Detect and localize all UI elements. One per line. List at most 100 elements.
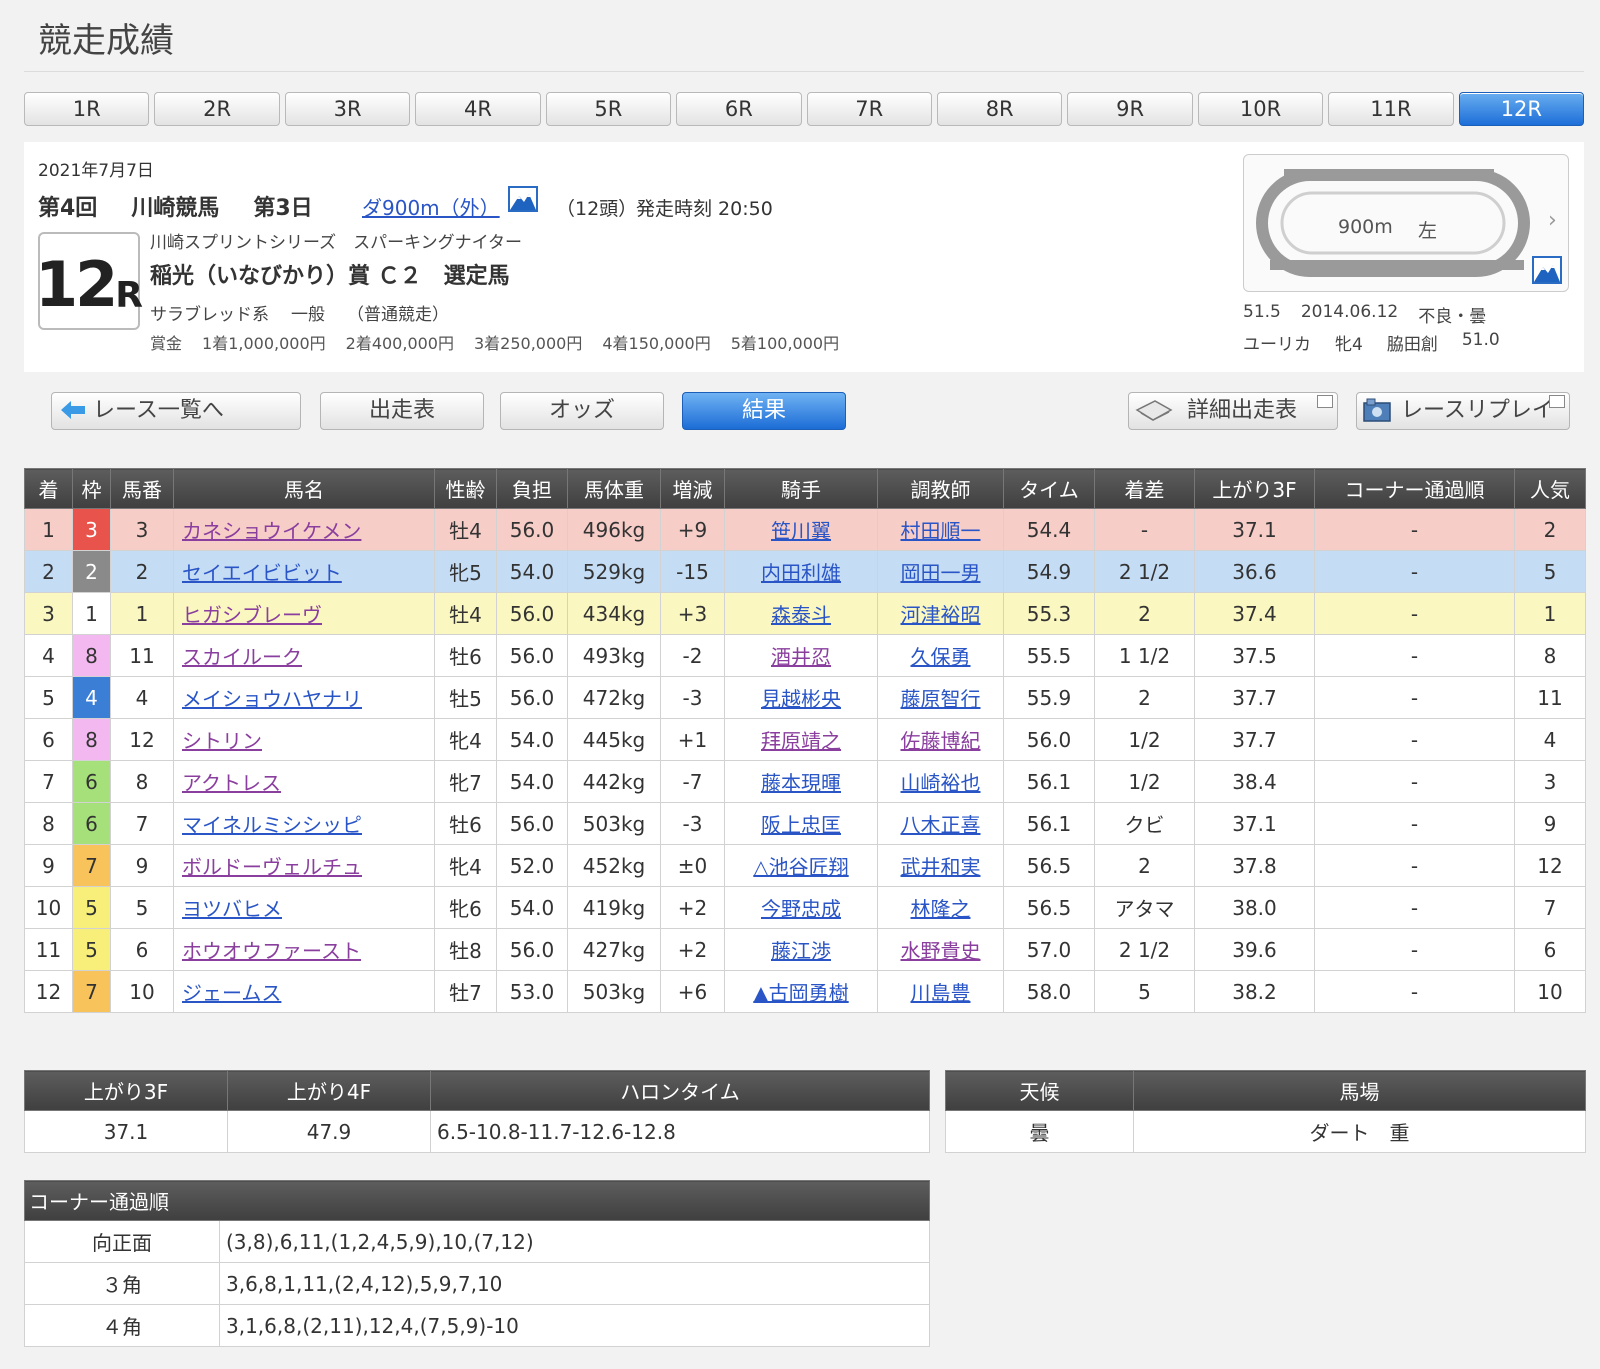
race-tab-5r[interactable]: 5R [545,92,672,126]
jockey-link[interactable]: △池谷匠翔 [753,855,848,879]
trainer-link[interactable]: 武井和実 [901,855,981,879]
detail-entries-label: 詳細出走表 [1187,398,1298,423]
burden-cell: 54.0 [496,760,568,803]
race-tab-11r[interactable]: 11R [1328,92,1454,126]
weather-mountain-icon[interactable] [508,186,538,212]
course-diagram[interactable] [1243,154,1569,292]
horse-name-link[interactable]: ヒガシブレーヴ [182,603,322,627]
trainer-link[interactable]: 久保勇 [911,645,971,669]
jockey-link[interactable]: 藤本現暉 [761,771,841,795]
result-button[interactable]: 結果 [682,392,846,430]
horse-name-cell: アクトレス [173,760,435,803]
corner-cell: - [1314,634,1515,677]
post-time: 発走時刻 20:50 [636,198,773,220]
jockey-cell: △池谷匠翔 [724,844,878,887]
race-number: 12 [35,248,118,321]
corner-cell: - [1314,760,1515,803]
jockey-link[interactable]: 森泰斗 [771,603,831,627]
race-list-button[interactable]: レース一覧へ [51,392,301,430]
place-cell: 1 [24,508,73,551]
jockey-link[interactable]: 酒井忍 [771,645,831,669]
external-window-icon [1549,395,1565,408]
header-time: タイム [1003,468,1095,509]
race-tab-8r[interactable]: 8R [936,92,1063,126]
horse-name-link[interactable]: スカイルーク [182,645,302,669]
jockey-cell: 酒井忍 [724,634,878,677]
horse-name-link[interactable]: メイショウハヤナリ [182,687,362,711]
last3f-cell: 39.6 [1194,928,1315,971]
horse-name-link[interactable]: シトリン [182,729,262,753]
track-value: ダート 重 [1133,1110,1586,1153]
sex-age-cell: 牝4 [434,844,497,887]
chevron-right-icon[interactable]: › [1548,208,1557,233]
race-conditions: サラブレッド系 一般 （普通競走） [150,300,449,325]
place-cell: 12 [24,970,73,1013]
header-last4f: 上がり4F [227,1070,431,1111]
horse-name-link[interactable]: ホウオウファースト [182,939,361,963]
race-replay-button[interactable]: レースリプレイ [1356,392,1570,430]
distance-link[interactable]: ダ900m（外） [362,192,500,221]
jockey-link[interactable]: 藤江渉 [771,939,831,963]
horse-name-link[interactable]: カネショウイケメン [182,519,361,543]
trainer-link[interactable]: 山崎裕也 [901,771,981,795]
jockey-link[interactable]: 内田利雄 [761,561,841,585]
detail-entries-button[interactable]: 詳細出走表 [1128,392,1338,430]
trainer-link[interactable]: 村田順一 [901,519,981,543]
place-cell: 4 [24,634,73,677]
track-oval-icon [1256,169,1530,277]
trainer-link[interactable]: 岡田一男 [901,561,981,585]
trainer-link[interactable]: 川島豊 [911,981,971,1005]
heads-count: （12頭） [556,198,638,220]
race-tab-9r[interactable]: 9R [1067,92,1193,126]
last3f-cell: 38.2 [1194,970,1315,1013]
race-tab-3r[interactable]: 3R [284,92,411,126]
horse-name-link[interactable]: ヨツバヒメ [182,897,282,921]
odds-button[interactable]: オッズ [500,392,664,430]
race-tab-7r[interactable]: 7R [806,92,932,126]
waku-cell: 5 [72,886,111,929]
popularity-cell: 7 [1514,886,1586,929]
race-replay-label: レースリプレイ [1401,398,1554,423]
lap-furlong: 6.5-10.8-11.7-12.6-12.8 [430,1110,930,1153]
horse-name-link[interactable]: ボルドーヴェルチュ [182,855,362,879]
horse-name-link[interactable]: アクトレス [182,771,281,795]
jockey-cell: 笹川翼 [724,508,878,551]
record-condition: 不良・曇 [1418,307,1487,327]
body-weight-cell: 503kg [567,802,661,845]
trainer-link[interactable]: 河津裕昭 [901,603,981,627]
race-tab-12r[interactable]: 12R [1458,92,1585,126]
corner-cell: - [1314,718,1515,761]
trainer-link[interactable]: 林隆之 [911,897,971,921]
record-horse: ユーリカ [1243,335,1311,355]
header-burden: 負担 [496,468,568,509]
horse-number-cell: 6 [110,928,174,971]
jockey-link[interactable]: ▲古岡勇樹 [753,981,848,1005]
jockey-link[interactable]: 阪上忠匡 [761,813,841,837]
result-row: 11 5 6 ホウオウファースト 牡8 56.0 427kg +2 藤江渉 水野貴史 57.0 2 1… [24,928,1586,971]
trainer-link[interactable]: 八木正喜 [901,813,981,837]
race-tab-2r[interactable]: 2R [154,92,280,126]
race-tab-6r[interactable]: 6R [676,92,802,126]
corner-order: (3,8),6,11,(1,2,4,5,9),10,(7,12) [219,1220,930,1263]
prize-4: 4着150,000円 [602,334,711,353]
horse-name-link[interactable]: ジェームス [182,981,281,1005]
course-record-line1: 51.5 2014.06.12 不良・曇 [1243,302,1486,327]
horse-name-link[interactable]: マイネルミシシッピ [182,813,362,837]
trainer-link[interactable]: 佐藤博紀 [901,729,981,753]
body-weight-cell: 442kg [567,760,661,803]
race-tab-10r[interactable]: 10R [1197,92,1324,126]
body-weight-cell: 427kg [567,928,661,971]
place-cell: 8 [24,802,73,845]
race-tab-1r[interactable]: 1R [24,92,150,126]
jockey-link[interactable]: 拜原靖之 [761,729,841,753]
jockey-link[interactable]: 見越彬央 [761,687,841,711]
jockey-link[interactable]: 笹川翼 [771,519,831,543]
trainer-link[interactable]: 水野貴史 [901,939,981,963]
trainer-link[interactable]: 藤原智行 [901,687,981,711]
race-tab-4r[interactable]: 4R [415,92,541,126]
course-mountain-icon[interactable] [1532,256,1562,284]
horse-name-link[interactable]: セイエイビビット [182,561,342,585]
margin-cell: 1 1/2 [1094,634,1195,677]
jockey-link[interactable]: 今野忠成 [761,897,841,921]
entries-button[interactable]: 出走表 [320,392,484,430]
